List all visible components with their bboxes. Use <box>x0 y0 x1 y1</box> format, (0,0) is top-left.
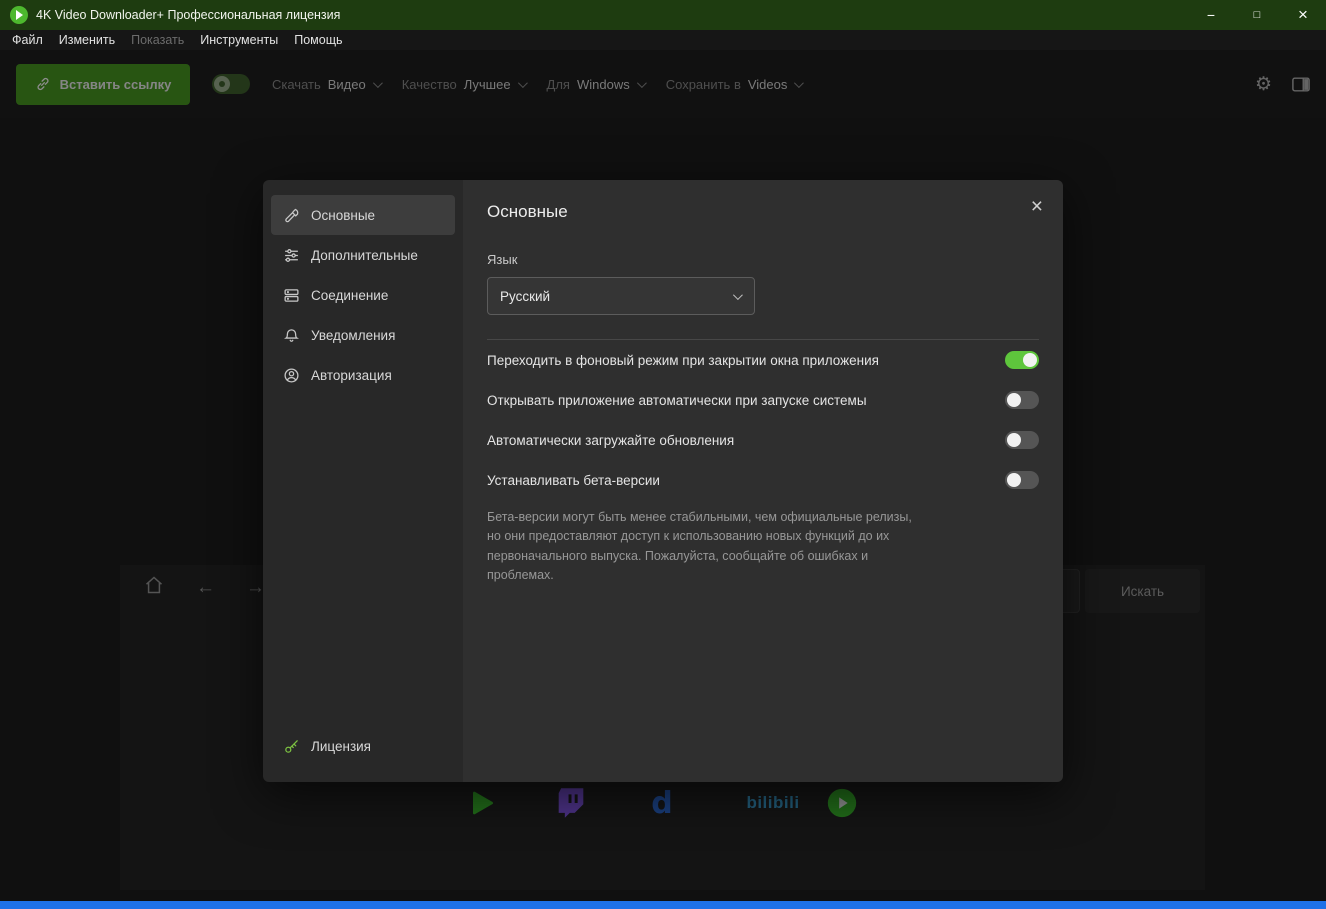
sidebar-item-license[interactable]: Лицензия <box>271 726 455 766</box>
window-controls: − □ × <box>1188 0 1326 30</box>
menu-file[interactable]: Файл <box>4 31 51 49</box>
sidebar-item-connection[interactable]: Соединение <box>271 275 455 315</box>
titlebar: 4K Video Downloader+ Профессиональная ли… <box>0 0 1326 30</box>
language-select-value: Русский <box>500 289 550 304</box>
beta-note-text: Бета-версии могут быть менее стабильными… <box>487 508 919 586</box>
sidebar-item-label: Уведомления <box>311 328 395 343</box>
menubar: Файл Изменить Показать Инструменты Помощ… <box>0 30 1326 50</box>
toggle-knob <box>1023 353 1037 367</box>
menu-tools[interactable]: Инструменты <box>192 31 286 49</box>
setting-row-auto-update: Автоматически загружайте обновления <box>487 420 1039 460</box>
minimize-button[interactable]: − <box>1188 0 1234 30</box>
maximize-button[interactable]: □ <box>1234 0 1280 30</box>
setting-label: Автоматически загружайте обновления <box>487 433 734 448</box>
menu-view[interactable]: Показать <box>123 31 192 49</box>
chevron-down-icon <box>733 290 743 300</box>
bell-icon <box>283 327 300 344</box>
menu-help[interactable]: Помощь <box>286 31 350 49</box>
toggle-knob <box>1007 473 1021 487</box>
menu-edit[interactable]: Изменить <box>51 31 123 49</box>
window-title: 4K Video Downloader+ Профессиональная ли… <box>36 8 340 22</box>
close-dialog-icon[interactable]: × <box>1031 196 1043 217</box>
background-mode-toggle[interactable] <box>1005 351 1039 369</box>
server-icon <box>283 287 300 304</box>
settings-content: Основные × Язык Русский Переходить в фон… <box>463 180 1063 782</box>
sidebar-item-label: Соединение <box>311 288 388 303</box>
sidebar-item-general[interactable]: Основные <box>271 195 455 235</box>
setting-row-background-mode: Переходить в фоновый режим при закрытии … <box>487 340 1039 380</box>
sidebar-item-label: Авторизация <box>311 368 392 383</box>
sliders-icon <box>283 247 300 264</box>
key-icon <box>283 738 300 755</box>
sidebar-item-label: Основные <box>311 208 375 223</box>
setting-row-beta: Устанавливать бета-версии <box>487 460 1039 500</box>
setting-row-autostart: Открывать приложение автоматически при з… <box>487 380 1039 420</box>
settings-sidebar: Основные Дополнительные Соединение Уведо… <box>263 180 463 782</box>
wrench-icon <box>283 207 300 224</box>
autostart-toggle[interactable] <box>1005 391 1039 409</box>
beta-versions-toggle[interactable] <box>1005 471 1039 489</box>
settings-page-title: Основные <box>487 202 1039 222</box>
license-label: Лицензия <box>311 739 371 754</box>
auto-update-toggle[interactable] <box>1005 431 1039 449</box>
user-circle-icon <box>283 367 300 384</box>
settings-dialog: Основные Дополнительные Соединение Уведо… <box>263 180 1063 782</box>
sidebar-item-label: Дополнительные <box>311 248 418 263</box>
sidebar-item-authorization[interactable]: Авторизация <box>271 355 455 395</box>
setting-label: Открывать приложение автоматически при з… <box>487 393 867 408</box>
app-window: 4K Video Downloader+ Профессиональная ли… <box>0 0 1326 909</box>
toggle-knob <box>1007 393 1021 407</box>
sidebar-item-advanced[interactable]: Дополнительные <box>271 235 455 275</box>
language-select[interactable]: Русский <box>487 277 755 315</box>
language-label: Язык <box>487 252 1039 267</box>
setting-label: Устанавливать бета-версии <box>487 473 660 488</box>
close-window-button[interactable]: × <box>1280 0 1326 30</box>
taskbar-strip <box>0 901 1326 909</box>
setting-label: Переходить в фоновый режим при закрытии … <box>487 353 879 368</box>
app-logo-icon <box>10 6 28 24</box>
toggle-knob <box>1007 433 1021 447</box>
sidebar-item-notifications[interactable]: Уведомления <box>271 315 455 355</box>
